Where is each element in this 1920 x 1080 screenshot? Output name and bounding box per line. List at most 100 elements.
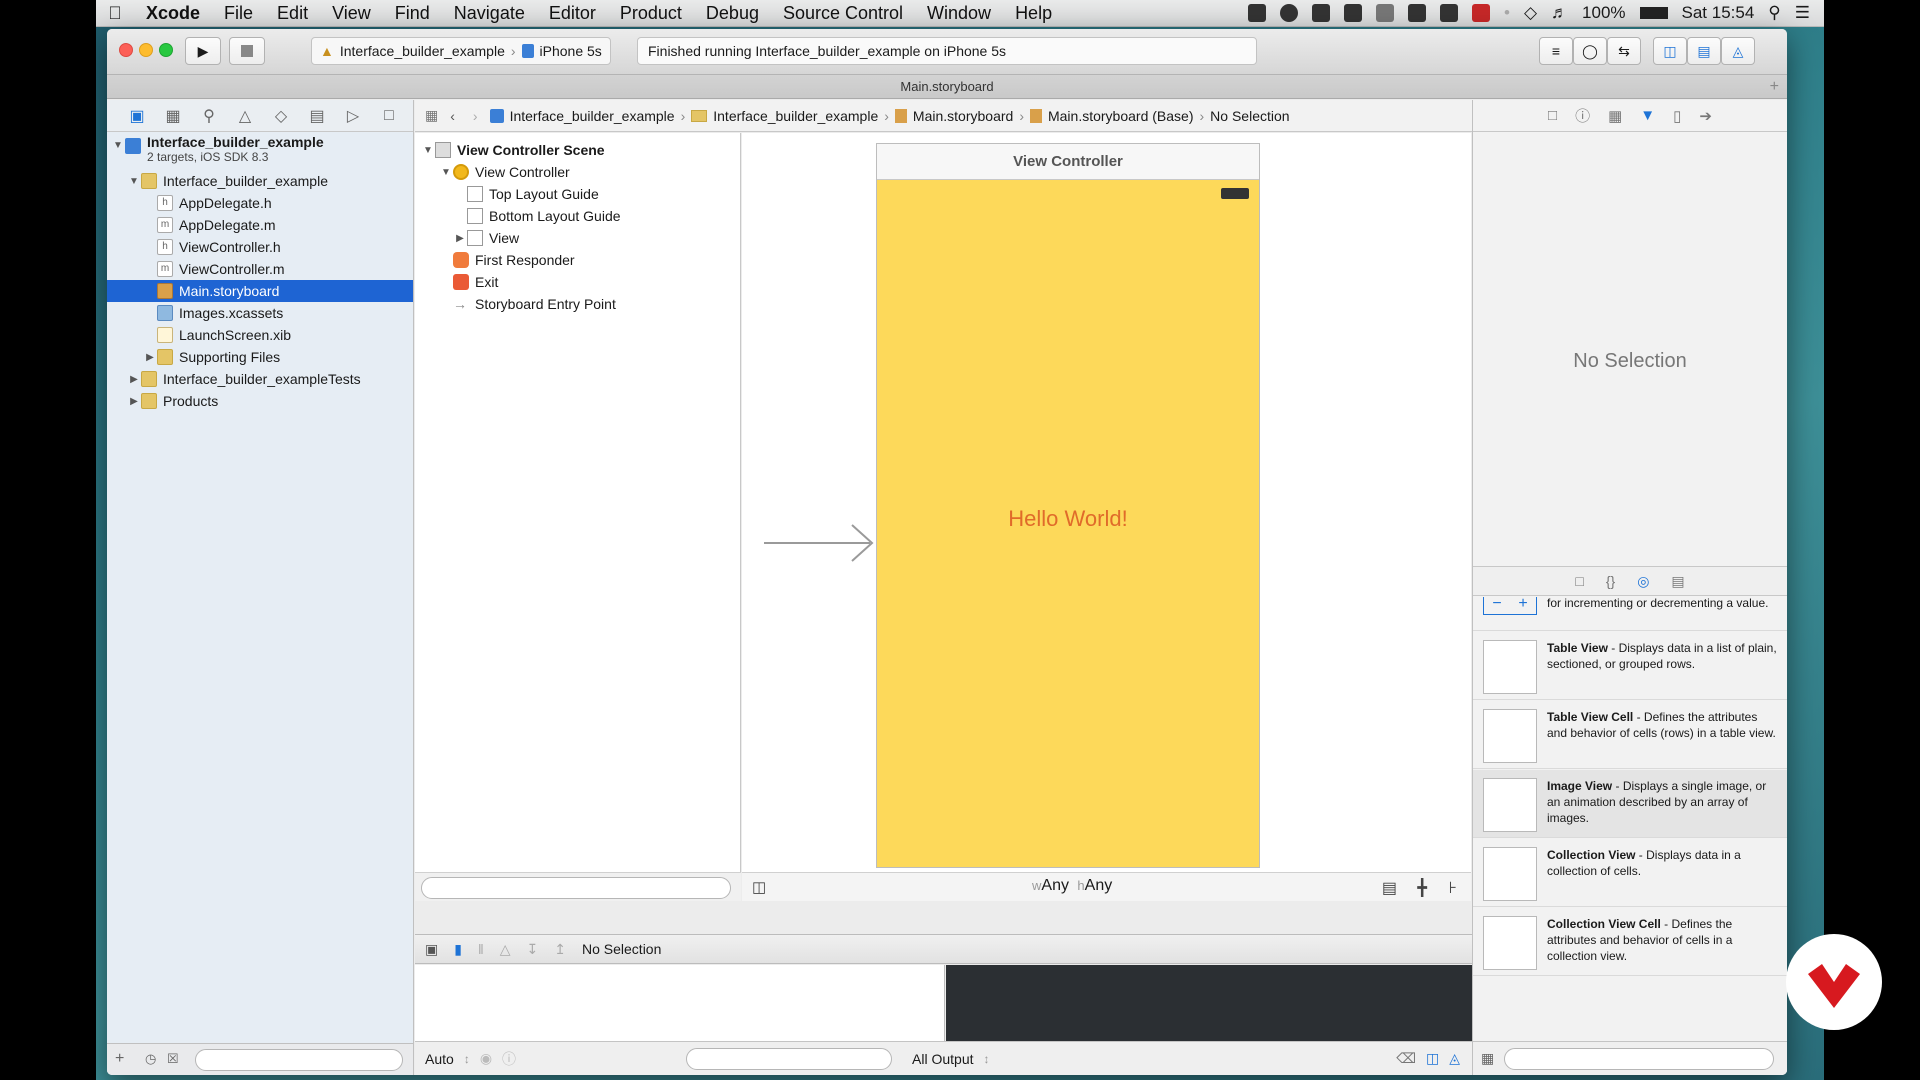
recent-icon[interactable]: ◷ [145, 1051, 156, 1067]
test-icon[interactable]: ◇ [263, 100, 299, 132]
volume-icon[interactable]: ♬ [1551, 3, 1568, 23]
file-row[interactable]: h AppDelegate.h [107, 192, 413, 214]
status-icon-1[interactable] [1248, 4, 1266, 22]
file-row[interactable]: h ViewController.h [107, 236, 413, 258]
assistant-editor-button[interactable]: ◯ [1573, 37, 1607, 65]
step-into-icon[interactable]: ↧ [527, 941, 539, 958]
size-class-control[interactable]: wAny hAny [1032, 877, 1112, 895]
close-button[interactable] [119, 43, 133, 57]
crumb-group[interactable]: Interface_builder_example [713, 108, 878, 124]
record-icon[interactable] [1280, 4, 1298, 22]
file-row[interactable]: m AppDelegate.m [107, 214, 413, 236]
disclosure-open-icon[interactable]: ▼ [127, 176, 141, 187]
toggle-utilities-button[interactable]: ◬ [1721, 37, 1755, 65]
search-icon[interactable]: ⚲ [191, 100, 227, 132]
view-controller-row[interactable]: ▼ View Controller [439, 161, 570, 183]
disclosure-open-icon[interactable]: ▼ [111, 140, 125, 151]
file-template-icon[interactable]: □ [1575, 573, 1583, 589]
view-row[interactable]: ▶ View [453, 227, 519, 249]
minimize-button[interactable] [139, 43, 153, 57]
variables-filter-field[interactable] [686, 1047, 893, 1070]
size-inspector-icon[interactable]: ▯ [1673, 107, 1681, 125]
run-button[interactable]: ▶ [185, 37, 221, 65]
align-icon[interactable]: ▤ [1382, 878, 1397, 898]
menu-help[interactable]: Help [1003, 3, 1064, 24]
connections-inspector-icon[interactable]: ➔ [1699, 107, 1712, 125]
disclosure-closed-icon[interactable]: ▶ [453, 233, 467, 244]
menu-view[interactable]: View [320, 3, 383, 24]
file-inspector-icon[interactable]: □ [1548, 107, 1557, 124]
stop-button[interactable] [229, 37, 265, 65]
step-over-icon[interactable]: △ [500, 941, 511, 958]
battery-icon[interactable] [1639, 7, 1668, 19]
notification-center-icon[interactable]: ☰ [1795, 3, 1810, 23]
add-tab-icon[interactable]: + [1770, 75, 1779, 99]
file-row[interactable]: ▶ Interface_builder_exampleTests [107, 368, 413, 390]
wifi-icon[interactable]: ◇ [1524, 3, 1537, 23]
menu-edit[interactable]: Edit [265, 3, 320, 24]
navigator-filter-field[interactable] [195, 1049, 403, 1071]
grid-view-icon[interactable]: ▦ [1481, 1050, 1494, 1067]
trash-icon[interactable]: ⌫ [1396, 1050, 1416, 1067]
auto-selector[interactable]: Auto [425, 1051, 454, 1067]
folder-icon[interactable]: ▣ [119, 100, 155, 132]
menu-product[interactable]: Product [608, 3, 694, 24]
scene-row[interactable]: ▼ View Controller Scene [421, 139, 605, 161]
file-row[interactable]: LaunchScreen.xib [107, 324, 413, 346]
debug-icon[interactable]: ▤ [299, 100, 335, 132]
status-icon-2[interactable] [1344, 4, 1362, 22]
gmail-icon[interactable] [1472, 4, 1490, 22]
menu-debug[interactable]: Debug [694, 3, 771, 24]
file-row[interactable]: Images.xcassets [107, 302, 413, 324]
library-item[interactable]: Collection View Cell - Defines the attri… [1473, 908, 1787, 976]
eye-icon[interactable]: ◉ [480, 1050, 492, 1067]
toggle-navigator-button[interactable]: ◫ [1653, 37, 1687, 65]
pause-icon[interactable]: ‖ [478, 941, 484, 957]
symbol-icon[interactable]: ▦ [155, 100, 191, 132]
breakpoint-icon[interactable]: ▷ [335, 100, 371, 132]
toggle-debug-button[interactable]: ▤ [1687, 37, 1721, 65]
library-item[interactable]: Collection View - Displays data in a col… [1473, 839, 1787, 907]
report-icon[interactable]: □ [371, 100, 407, 132]
clock[interactable]: Sat 15:54 [1682, 3, 1755, 23]
storyboard-canvas[interactable]: View Controller Hello World! [742, 133, 1471, 872]
split-left-icon[interactable]: ◫ [1426, 1050, 1439, 1067]
disclosure-closed-icon[interactable]: ▶ [127, 374, 141, 385]
spotlight-icon[interactable]: ⚲ [1768, 3, 1780, 23]
top-layout-guide-row[interactable]: Top Layout Guide [467, 183, 599, 205]
resolve-icon[interactable]: ⊦ [1449, 878, 1457, 898]
disclosure-open-icon[interactable]: ▼ [439, 167, 453, 178]
media-library-icon[interactable]: ▤ [1671, 573, 1684, 590]
device-name[interactable]: iPhone 5s [540, 43, 602, 59]
dropbox-icon[interactable] [1312, 4, 1330, 22]
add-icon[interactable]: + [115, 1050, 124, 1068]
file-row[interactable]: ▼ Interface_builder_example [107, 170, 413, 192]
crumb-base[interactable]: Main.storyboard (Base) [1048, 108, 1194, 124]
attributes-inspector-icon[interactable]: ▼ [1640, 107, 1655, 124]
file-row[interactable]: ▶ Products [107, 390, 413, 412]
info-icon[interactable]: ⓘ [502, 1049, 516, 1069]
object-library-icon[interactable]: ◎ [1637, 573, 1649, 590]
related-items-icon[interactable]: ▦ [425, 107, 438, 124]
notification-icon[interactable] [1408, 4, 1426, 22]
bluetooth-icon[interactable]: • [1504, 3, 1510, 23]
menu-file[interactable]: File [212, 3, 265, 24]
hide-debug-icon[interactable]: ▣ [425, 941, 438, 958]
menu-find[interactable]: Find [383, 3, 442, 24]
disclosure-open-icon[interactable]: ▼ [421, 145, 435, 156]
menu-editor[interactable]: Editor [537, 3, 608, 24]
step-out-icon[interactable]: ↥ [554, 941, 566, 958]
library-item[interactable]: Image View - Displays a single image, or… [1473, 770, 1787, 838]
file-row[interactable]: ▶ Supporting Files [107, 346, 413, 368]
forward-icon[interactable]: › [467, 108, 484, 124]
library-filter-field[interactable] [1504, 1047, 1775, 1070]
apple-menu-icon[interactable]:  [96, 3, 134, 24]
disclosure-closed-icon[interactable]: ▶ [143, 352, 157, 363]
library-item[interactable]: Table View - Displays data in a list of … [1473, 632, 1787, 700]
split-right-icon[interactable]: ◬ [1449, 1050, 1472, 1067]
menu-app[interactable]: Xcode [134, 3, 212, 24]
standard-editor-button[interactable]: ≡ [1539, 37, 1573, 65]
output-selector[interactable]: All Output [912, 1051, 973, 1067]
view-controller-title[interactable]: View Controller [877, 144, 1259, 180]
scm-filter-icon[interactable]: ☒ [167, 1051, 179, 1067]
